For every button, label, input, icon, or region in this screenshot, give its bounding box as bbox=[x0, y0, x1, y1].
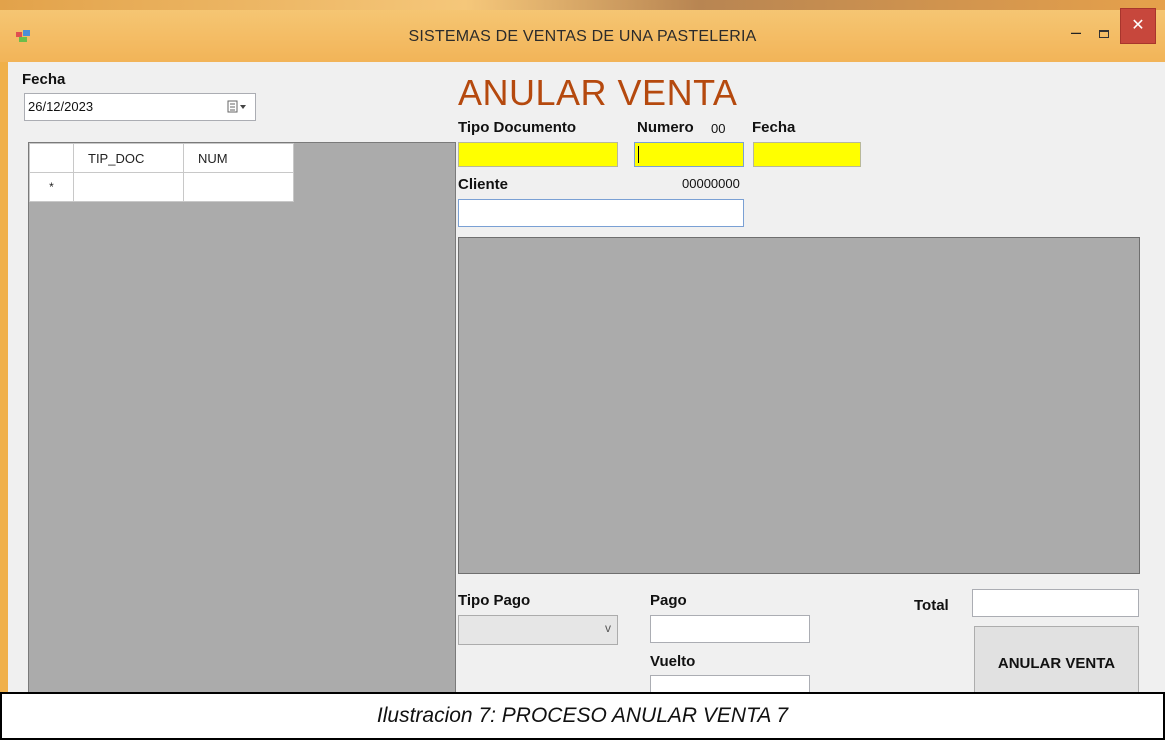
numero-label: Numero bbox=[637, 119, 694, 136]
fecha-date-value: 26/12/2023 bbox=[28, 99, 94, 114]
fecha-venta-label: Fecha bbox=[752, 119, 796, 136]
vuelto-field[interactable] bbox=[650, 675, 810, 692]
fecha-date-picker[interactable]: 26/12/2023 bbox=[24, 93, 256, 121]
tipo-pago-select[interactable]: v bbox=[458, 615, 618, 645]
fecha-filter-label: Fecha bbox=[22, 71, 66, 88]
anular-venta-button[interactable]: ANULAR VENTA bbox=[974, 626, 1139, 700]
app-window: SISTEMAS DE VENTAS DE UNA PASTELERIA – ✕… bbox=[0, 0, 1165, 700]
tipo-pago-label: Tipo Pago bbox=[458, 592, 531, 609]
grid-cell-tip-doc[interactable] bbox=[73, 172, 184, 202]
calendar-dropdown-icon[interactable] bbox=[227, 100, 247, 119]
grid-header-tip-doc[interactable]: TIP_DOC bbox=[73, 143, 184, 173]
detalle-grid[interactable] bbox=[458, 237, 1140, 574]
window-title: SISTEMAS DE VENTAS DE UNA PASTELERIA bbox=[408, 28, 757, 45]
close-icon: ✕ bbox=[1131, 17, 1145, 34]
form-body: Fecha 26/12/2023 TIP_DOC NUM * ANULAR VE… bbox=[8, 62, 1165, 700]
total-field[interactable] bbox=[972, 589, 1139, 617]
pago-field[interactable] bbox=[650, 615, 810, 643]
close-button[interactable]: ✕ bbox=[1120, 8, 1156, 44]
desktop-strip bbox=[0, 0, 1165, 10]
title-bar: SISTEMAS DE VENTAS DE UNA PASTELERIA – ✕ bbox=[0, 0, 1165, 62]
cliente-code: 00000000 bbox=[682, 176, 740, 191]
numero-field[interactable] bbox=[634, 142, 744, 167]
pago-label: Pago bbox=[650, 592, 687, 609]
ventas-grid[interactable]: TIP_DOC NUM * bbox=[28, 142, 456, 694]
numero-value: 00 bbox=[711, 121, 726, 136]
grid-header-row: TIP_DOC NUM bbox=[29, 143, 294, 173]
grid-row-header[interactable]: * bbox=[29, 172, 74, 202]
vuelto-label: Vuelto bbox=[650, 653, 696, 670]
chevron-down-icon: v bbox=[605, 621, 611, 635]
cliente-field[interactable] bbox=[458, 199, 744, 227]
grid-header-num[interactable]: NUM bbox=[183, 143, 294, 173]
grid-corner-cell bbox=[29, 143, 74, 173]
tipo-documento-label: Tipo Documento bbox=[458, 119, 577, 136]
figure-caption: Ilustracion 7: PROCESO ANULAR VENTA 7 bbox=[0, 692, 1165, 740]
cliente-label: Cliente bbox=[458, 176, 509, 193]
minimize-button[interactable]: – bbox=[1065, 23, 1087, 44]
tipo-documento-field[interactable] bbox=[458, 142, 618, 167]
maximize-button[interactable] bbox=[1093, 26, 1115, 44]
total-label: Total bbox=[914, 597, 949, 614]
form-heading: ANULAR VENTA bbox=[458, 72, 738, 113]
grid-new-row[interactable]: * bbox=[29, 172, 294, 202]
text-cursor bbox=[638, 146, 639, 163]
ventas-grid-table: TIP_DOC NUM * bbox=[29, 143, 294, 202]
grid-cell-num[interactable] bbox=[183, 172, 294, 202]
fecha-venta-field[interactable] bbox=[753, 142, 861, 167]
